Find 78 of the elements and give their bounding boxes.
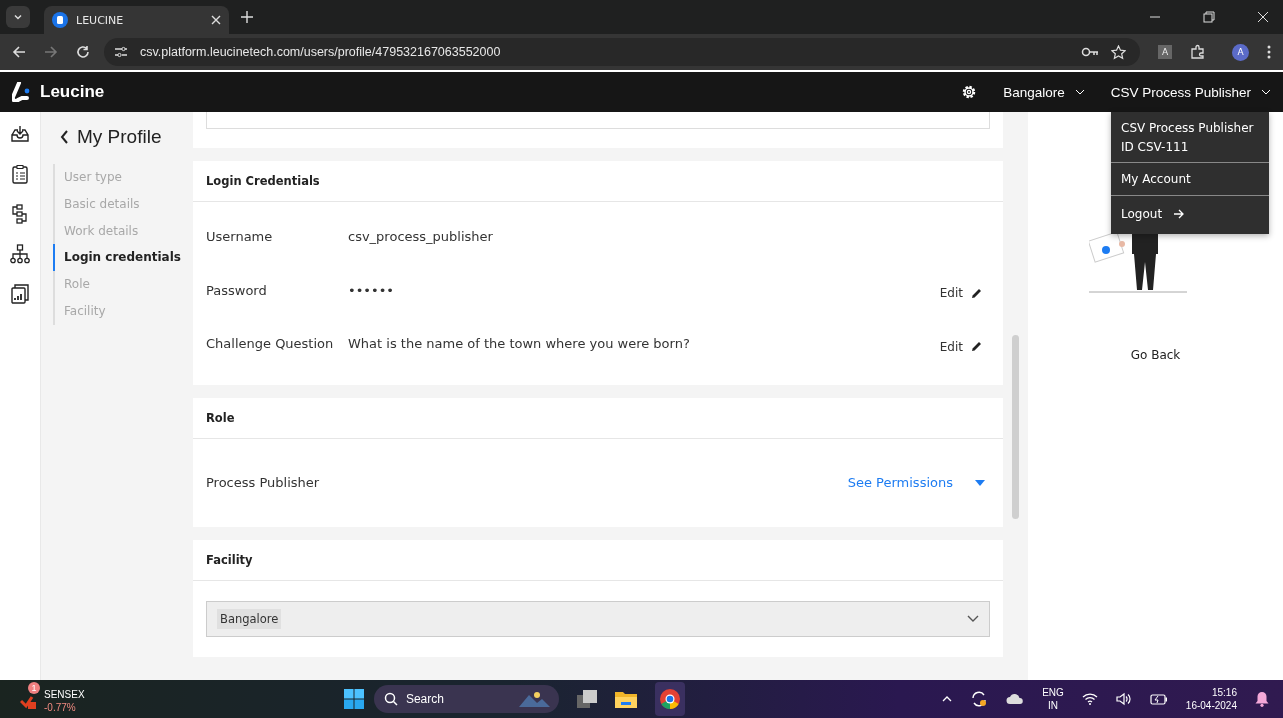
field-value: •••••• <box>348 282 395 298</box>
report-icon[interactable] <box>10 284 30 304</box>
speaker-icon[interactable] <box>1115 692 1132 706</box>
site-settings-icon[interactable] <box>114 46 128 58</box>
see-permissions-link[interactable]: See Permissions <box>847 475 953 490</box>
go-back-link[interactable]: Go Back <box>1130 348 1181 362</box>
restore-icon[interactable] <box>1203 11 1215 23</box>
tab-list-button[interactable] <box>6 6 30 28</box>
card-title: Facility <box>193 539 1003 581</box>
more-options-icon[interactable] <box>1267 45 1271 59</box>
site-favicon-icon <box>52 12 68 28</box>
pencil-icon[interactable] <box>971 341 982 353</box>
edit-link[interactable]: Edit <box>939 280 982 301</box>
settings-icon[interactable] <box>961 84 978 100</box>
field-label: Password <box>206 282 268 298</box>
page-title: My Profile <box>77 126 162 148</box>
facility-dropdown[interactable]: Bangalore <box>1003 84 1085 100</box>
brand-name: Leucine <box>40 82 105 102</box>
tab-title: LEUCINE <box>76 13 125 27</box>
logout-menu-item[interactable]: Logout <box>1111 196 1269 234</box>
wifi-icon[interactable] <box>1081 693 1098 705</box>
stock-name: SENSEX <box>44 688 85 701</box>
chevron-up-icon[interactable] <box>942 696 953 702</box>
notification-badge: 1 <box>28 682 40 694</box>
leucine-logo-icon <box>12 82 32 102</box>
field-value: csv_process_publisher <box>348 229 494 245</box>
checklist-icon[interactable] <box>10 164 30 184</box>
menu-item[interactable]: My Account <box>1111 163 1269 196</box>
inbox-icon[interactable] <box>10 124 30 144</box>
battery-icon[interactable] <box>1149 693 1168 705</box>
hierarchy-icon[interactable] <box>10 244 30 264</box>
field-value: What is the name of the town where you were born? <box>348 336 691 352</box>
address-bar[interactable]: csv.platform.leucinetech.com/users/profile/479532167063552000 <box>104 38 1140 66</box>
url-text: csv.platform.leucinetech.com/users/profile/479532167063552000 <box>140 45 501 59</box>
field-label: Username <box>206 229 274 245</box>
close-window-icon[interactable] <box>1257 11 1269 23</box>
task-view-icon[interactable] <box>576 690 597 708</box>
reload-icon[interactable] <box>76 45 90 59</box>
close-tab-icon[interactable] <box>211 15 221 25</box>
profile-avatar[interactable]: A <box>1232 43 1249 61</box>
bell-icon[interactable] <box>1255 691 1269 707</box>
windows-start-icon[interactable] <box>343 689 364 709</box>
scrollbar-thumb[interactable] <box>1012 335 1019 519</box>
clock[interactable]: 15:16 16-04-2024 <box>1185 686 1237 712</box>
stock-widget[interactable]: 1 SENSEX -0.77% <box>18 682 87 716</box>
cloud-icon[interactable] <box>1006 693 1025 705</box>
sync-icon[interactable] <box>970 690 989 708</box>
extension-button[interactable]: A <box>1158 45 1172 59</box>
chevron-down-icon[interactable] <box>967 614 979 623</box>
new-tab-icon[interactable] <box>241 11 253 23</box>
pencil-icon[interactable] <box>971 287 982 299</box>
puzzle-icon[interactable] <box>1190 44 1206 60</box>
forward-arrow-icon[interactable] <box>44 45 58 59</box>
edit-link[interactable]: Edit <box>939 333 982 354</box>
user-name: CSV Process Publisher <box>1121 121 1255 135</box>
process-flow-icon[interactable] <box>10 204 30 224</box>
search-icon[interactable] <box>383 692 398 706</box>
selected-chip: Bangalore <box>217 608 282 629</box>
taskbar-search[interactable]: Search <box>373 685 559 713</box>
browser-taskbar-icon[interactable] <box>654 682 685 716</box>
back-arrow-icon[interactable] <box>12 45 26 59</box>
folder-icon[interactable] <box>614 690 637 708</box>
card-title: Login Credentials <box>193 161 1003 202</box>
facility-select[interactable]: Bangalore <box>206 600 990 637</box>
role-name: Process Publisher <box>206 475 321 490</box>
user-id: ID CSV-111 <box>1121 140 1190 154</box>
back-chevron-icon[interactable] <box>60 130 69 144</box>
key-icon[interactable] <box>1081 46 1099 58</box>
stock-change: -0.77% <box>44 701 77 714</box>
field-label: Challenge Question <box>206 336 335 352</box>
arrow-right-icon[interactable] <box>1174 209 1186 219</box>
language-indicator[interactable]: ENG IN <box>1042 686 1064 712</box>
bookmark-star-icon[interactable] <box>1111 44 1126 60</box>
user-dropdown[interactable]: CSV Process Publisher <box>1110 84 1271 100</box>
landscape-icon[interactable] <box>516 689 551 709</box>
caret-icon[interactable] <box>975 479 985 486</box>
browser-tab[interactable]: LEUCINE <box>44 6 229 34</box>
card-title: Role <box>193 397 1003 439</box>
